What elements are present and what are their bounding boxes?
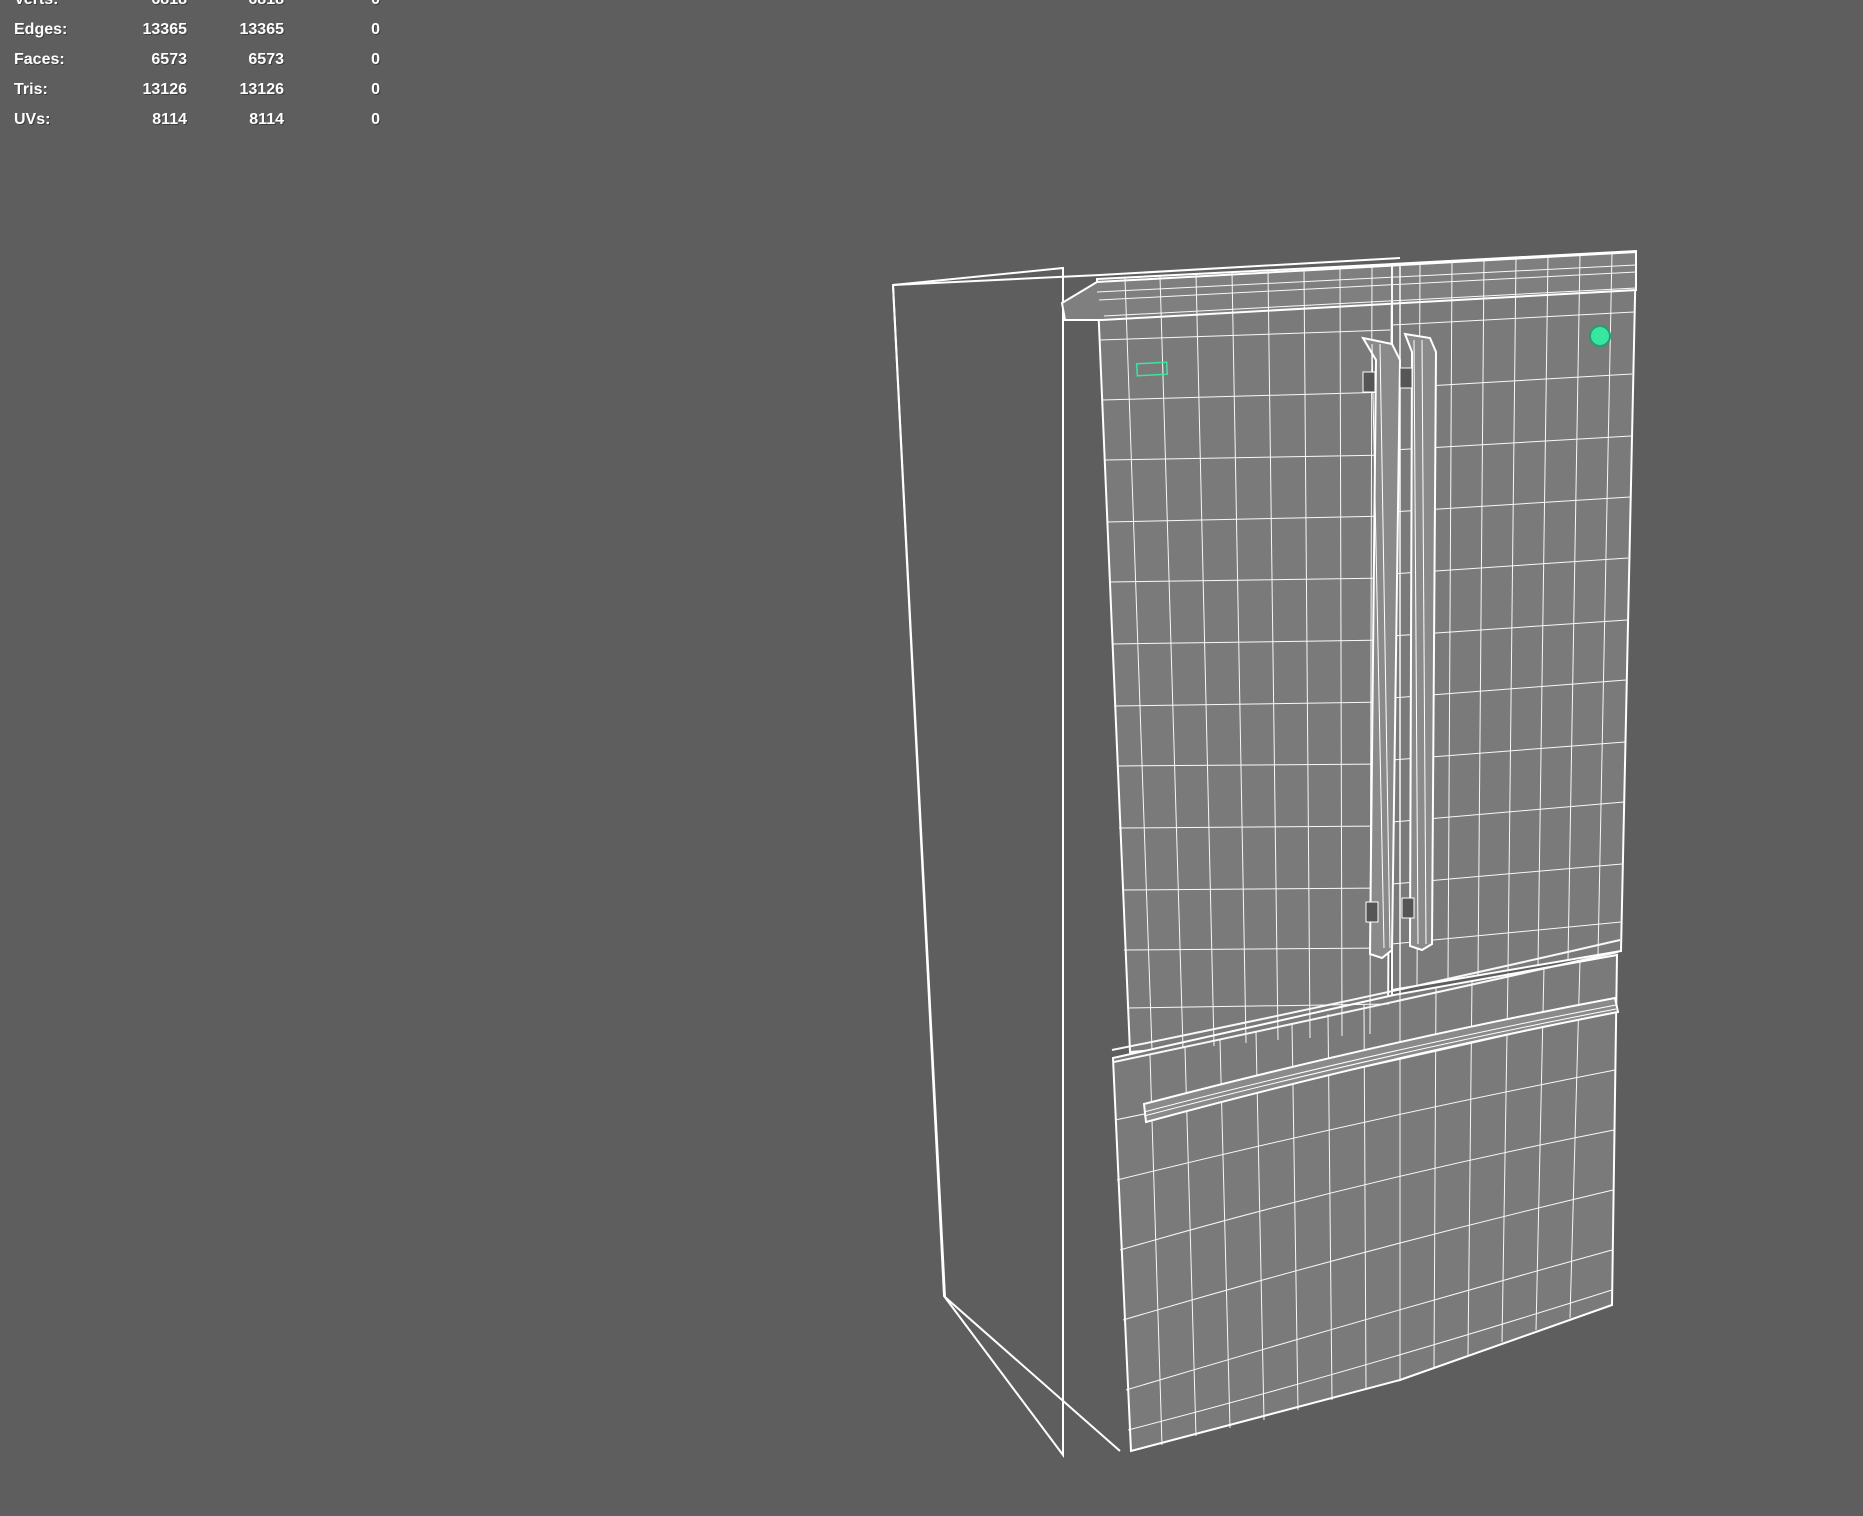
hud-row-verts: Verts: 6818 6818 0: [0, 0, 400, 22]
hud-label: Edges:: [14, 21, 68, 38]
hud-extra: 0: [371, 81, 380, 98]
poly-count-hud: Verts: 6818 6818 0 Edges: 13365 13365 0 …: [0, 0, 400, 150]
wireframe-scene[interactable]: [0, 0, 1863, 1516]
hud-label: Verts:: [14, 0, 58, 8]
hud-selected: 6573: [248, 51, 284, 68]
hud-total: 13126: [142, 81, 188, 98]
hud-extra: 0: [371, 21, 380, 38]
hud-label: Tris:: [14, 81, 48, 98]
hud-total: 6818: [151, 0, 187, 8]
hud-row-uvs: UVs: 8114 8114 0: [0, 112, 400, 142]
hud-row-edges: Edges: 13365 13365 0: [0, 22, 400, 52]
hud-total: 8114: [152, 111, 187, 128]
hud-extra: 0: [371, 51, 380, 68]
hud-row-faces: Faces: 6573 6573 0: [0, 52, 400, 82]
hud-selected: 8114: [249, 111, 284, 128]
hud-extra: 0: [371, 111, 380, 128]
hud-label: UVs:: [14, 111, 51, 128]
hud-selected: 6818: [248, 0, 284, 8]
hud-total: 6573: [151, 51, 187, 68]
hud-label: Faces:: [14, 51, 65, 68]
hud-selected: 13365: [239, 21, 285, 38]
fridge-front[interactable]: [1060, 249, 1638, 1453]
hud-row-tris: Tris: 13126 13126 0: [0, 82, 400, 112]
3d-viewport[interactable]: Verts: 6818 6818 0 Edges: 13365 13365 0 …: [0, 0, 1863, 1516]
hud-selected: 13126: [239, 81, 285, 98]
logo-badge-icon: [1589, 325, 1611, 347]
hud-extra: 0: [371, 0, 380, 8]
hud-total: 13365: [142, 21, 188, 38]
